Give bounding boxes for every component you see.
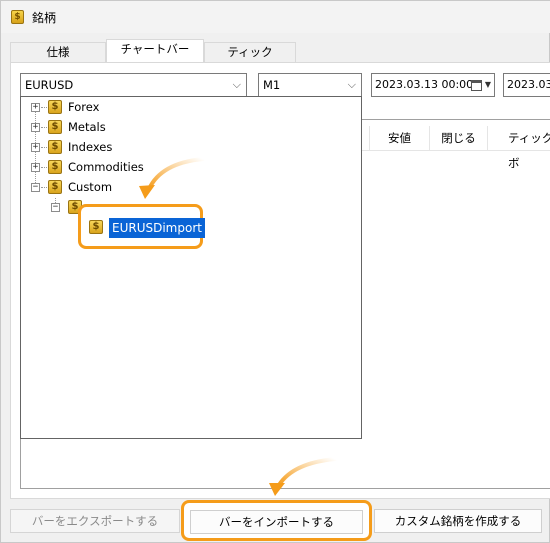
dollar-coin-icon: $ — [89, 220, 103, 234]
tab-specification[interactable]: 仕様 — [10, 42, 106, 62]
column-header-low[interactable]: 安値 — [370, 126, 430, 151]
date-to-picker[interactable]: 2023.03.1 — [503, 73, 550, 97]
tree-item-metals[interactable]: + $ Metals — [21, 118, 361, 136]
column-header-partial — [362, 126, 370, 151]
dollar-coin-icon: $ — [48, 120, 62, 134]
chevron-down-icon: ⌵ — [347, 78, 356, 91]
calendar-icon — [471, 80, 482, 91]
collapse-minus-icon[interactable]: − — [51, 203, 60, 212]
tree-line — [41, 107, 47, 108]
tree-item-label: Forex — [68, 100, 100, 114]
dollar-coin-icon: $ — [11, 10, 24, 24]
selected-item-highlight: $ EURUSDimport — [78, 204, 205, 249]
expand-plus-icon[interactable]: + — [31, 103, 40, 112]
annotation-arrow-icon — [269, 457, 337, 496]
timeframe-select[interactable]: M1 ⌵ — [258, 73, 362, 97]
date-to-value: 2023.03.1 — [507, 78, 550, 91]
tree-line — [41, 147, 47, 148]
dollar-coin-icon: $ — [48, 160, 62, 174]
dollar-coin-icon: $ — [48, 180, 62, 194]
tree-item-label: Indexes — [68, 140, 113, 154]
expand-plus-icon[interactable]: + — [31, 143, 40, 152]
expand-plus-icon[interactable]: + — [31, 163, 40, 172]
import-button-highlight: バーをインポートする — [181, 500, 372, 541]
dropdown-arrow-icon: ▼ — [484, 80, 491, 89]
tree-item-forex[interactable]: + $ Forex — [21, 98, 361, 116]
tree-line — [41, 127, 47, 128]
dollar-coin-icon: $ — [48, 100, 62, 114]
dollar-coin-icon: $ — [48, 140, 62, 154]
chevron-down-icon: ⌵ — [232, 78, 241, 91]
window-title: 銘柄 — [32, 11, 57, 25]
annotation-arrow-icon — [139, 157, 205, 199]
tree-item-label: Custom — [68, 180, 113, 194]
tree-line — [41, 167, 47, 168]
symbol-tree-dropdown: + $ Forex + $ Metals + $ Indexes + $ Com… — [20, 96, 362, 439]
tree-line — [41, 187, 47, 188]
column-header-close[interactable]: 閉じる — [430, 126, 488, 151]
expand-plus-icon[interactable]: + — [31, 123, 40, 132]
create-custom-symbol-button[interactable]: カスタム銘柄を作成する — [374, 509, 542, 533]
tab-ticks[interactable]: ティック — [204, 42, 296, 62]
export-bars-button[interactable]: バーをエクスポートする — [10, 509, 180, 533]
symbol-select[interactable]: EURUSD ⌵ — [20, 73, 247, 97]
timeframe-select-value: M1 — [263, 78, 281, 92]
tree-item-label: Metals — [68, 120, 106, 134]
collapse-minus-icon[interactable]: − — [31, 183, 40, 192]
tab-chart-bars[interactable]: チャートバー — [106, 39, 204, 63]
symbols-window: $ 銘柄 仕様 チャートバー ティック EURUSD ⌵ M1 ⌵ 2023.0… — [0, 0, 550, 543]
date-from-picker[interactable]: 2023.03.13 00:00 ▼ — [371, 73, 495, 97]
tree-item-label: EURUSDimport — [109, 218, 205, 238]
title-bar: $ 銘柄 — [1, 1, 550, 33]
column-header-tick-volume[interactable]: ティックボ — [488, 126, 550, 170]
import-bars-button[interactable]: バーをインポートする — [190, 510, 363, 534]
symbol-select-value: EURUSD — [25, 78, 74, 92]
date-from-value: 2023.03.13 00:00 — [375, 78, 474, 91]
